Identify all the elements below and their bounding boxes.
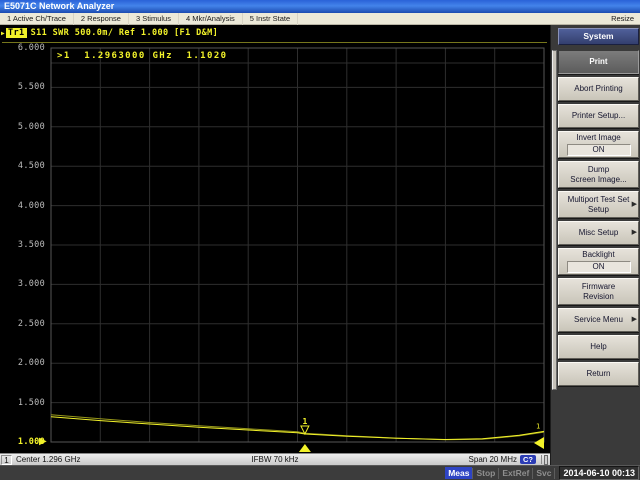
softkey-label: Misc Setup: [579, 228, 619, 238]
y-axis-label: 6.000: [0, 43, 45, 53]
softkey-label: Screen Image...: [570, 175, 626, 185]
y-axis-label: 1.500: [0, 398, 45, 408]
softkey-dump-screen-image[interactable]: DumpScreen Image...: [558, 161, 639, 188]
softkey-label: Dump: [588, 165, 609, 175]
menu-item-1-active-ch-trace[interactable]: 1 Active Ch/Trace: [0, 13, 74, 25]
menu-item-5-instr-state[interactable]: 5 Instr State: [243, 13, 298, 25]
submenu-arrow-icon: ▶: [632, 228, 637, 236]
menu-item-3-stimulus[interactable]: 3 Stimulus: [129, 13, 179, 25]
softkey-toggle-state: ON: [567, 261, 631, 273]
softkey-firmware-revision[interactable]: FirmwareRevision: [558, 278, 639, 305]
menu-bar: 1 Active Ch/Trace2 Response3 Stimulus4 M…: [0, 13, 640, 25]
softkey-printer-setup[interactable]: Printer Setup...: [558, 104, 639, 128]
y-axis-label: 2.500: [0, 319, 45, 329]
softkey-label: Backlight: [582, 250, 614, 260]
softkey-misc-setup[interactable]: Misc Setup ▶: [558, 221, 639, 245]
softkey-label: Abort Printing: [574, 84, 622, 94]
softkey-buttons: Print Abort Printing Printer Setup... Inver…: [558, 50, 639, 386]
softkey-abort-printing[interactable]: Abort Printing: [558, 77, 639, 101]
trace-status-line: ▶ Tr1 S11 SWR 500.0m/ Ref 1.000 [F1 D&M]: [1, 28, 218, 38]
channel-number: 1: [1, 455, 12, 465]
marker-1-label: 1: [302, 417, 307, 426]
y-axis-label: 4.000: [0, 201, 45, 211]
menu-items: 1 Active Ch/Trace2 Response3 Stimulus4 M…: [0, 13, 298, 25]
graph-area: 11 ▶ Tr1 S11 SWR 500.0m/ Ref 1.000 [F1 D…: [0, 25, 550, 453]
softkey-help[interactable]: Help: [558, 335, 639, 359]
softkey-label: Return: [586, 369, 610, 379]
y-axis-label: 2.000: [0, 358, 45, 368]
graticule-svg: 11: [0, 25, 550, 453]
softkey-invert-image[interactable]: Invert ImageON: [558, 131, 639, 158]
softkey-label: Multiport Test Set: [568, 195, 630, 205]
softkey-service-menu[interactable]: Service Menu ▶: [558, 308, 639, 332]
instrument-status-bar: MeasStopExtRefSvc 2014-06-10 00:13: [0, 465, 640, 480]
y-axis-label: 5.500: [0, 82, 45, 92]
title-bar: E5071C Network Analyzer: [0, 0, 640, 13]
channel-status-bar: 1 Center 1.296 GHz IFBW 70 kHz Span 20 M…: [0, 453, 550, 465]
softkey-label: Firmware: [582, 282, 615, 292]
span-group: Span 20 MHz C?: [469, 455, 550, 465]
center-frequency: Center 1.296 GHz: [16, 455, 80, 464]
y-axis-label: 5.000: [0, 122, 45, 132]
status-meas: Meas: [445, 467, 472, 479]
softkey-label: Revision: [583, 292, 614, 302]
active-trace-arrow-icon: ▶: [1, 30, 5, 37]
resize-button[interactable]: Resize: [605, 14, 640, 23]
submenu-arrow-icon: ▶: [632, 200, 637, 208]
softkey-toggle-state: ON: [567, 144, 631, 156]
softkey-return[interactable]: Return: [558, 362, 639, 386]
softkey-label: Print: [589, 57, 607, 67]
status-svc: Svc: [533, 467, 554, 479]
softkey-backlight[interactable]: BacklightON: [558, 248, 639, 275]
trace-status-underline: [2, 42, 547, 43]
marker-stimulus-arrow-icon[interactable]: [299, 444, 311, 452]
divider: [541, 455, 542, 464]
status-extref: ExtRef: [499, 467, 532, 479]
y-axis-label: 3.000: [0, 279, 45, 289]
softkey-panel: System Print Abort Printing Printer Setup.…: [550, 25, 640, 465]
status-indicators: MeasStopExtRefSvc: [445, 467, 555, 479]
status-stop: Stop: [473, 467, 498, 479]
reference-level-arrow-icon: ▶: [39, 436, 51, 448]
softkey-scroll-strip[interactable]: [552, 50, 557, 390]
cal-status-badge: C?: [520, 455, 536, 464]
menu-item-4-mkr-analysis[interactable]: 4 Mkr/Analysis: [179, 13, 243, 25]
softkey-print[interactable]: Print: [558, 50, 639, 74]
softkey-multiport-test-set-setup[interactable]: Multiport Test SetSetup ▶: [558, 191, 639, 218]
softkey-menu-title: System: [558, 28, 639, 45]
menu-item-2-response[interactable]: 2 Response: [74, 13, 129, 25]
span-value: Span 20 MHz: [469, 455, 517, 464]
trace-status-text: S11 SWR 500.0m/ Ref 1.000 [F1 D&M]: [31, 28, 219, 38]
softkey-label: Setup: [588, 205, 609, 215]
softkey-label: Help: [590, 342, 606, 352]
status-tick-icon: [544, 455, 548, 465]
softkey-label: Printer Setup...: [572, 111, 625, 121]
ifbw-value: IFBW 70 kHz: [200, 455, 350, 464]
trace-number-label: 1: [536, 422, 540, 430]
marker-readout: >1 1.2963000 GHz 1.1020: [57, 51, 227, 61]
y-axis-label: 3.500: [0, 240, 45, 250]
right-reference-arrow-icon: [534, 437, 544, 449]
y-axis-label: 4.500: [0, 161, 45, 171]
clock: 2014-06-10 00:13: [559, 466, 639, 480]
window-title: E5071C Network Analyzer: [4, 1, 114, 11]
submenu-arrow-icon: ▶: [632, 315, 637, 323]
trace-badge[interactable]: Tr1: [6, 28, 27, 38]
softkey-label: Service Menu: [574, 315, 623, 325]
softkey-label: Invert Image: [576, 133, 620, 143]
divider: [554, 468, 555, 479]
